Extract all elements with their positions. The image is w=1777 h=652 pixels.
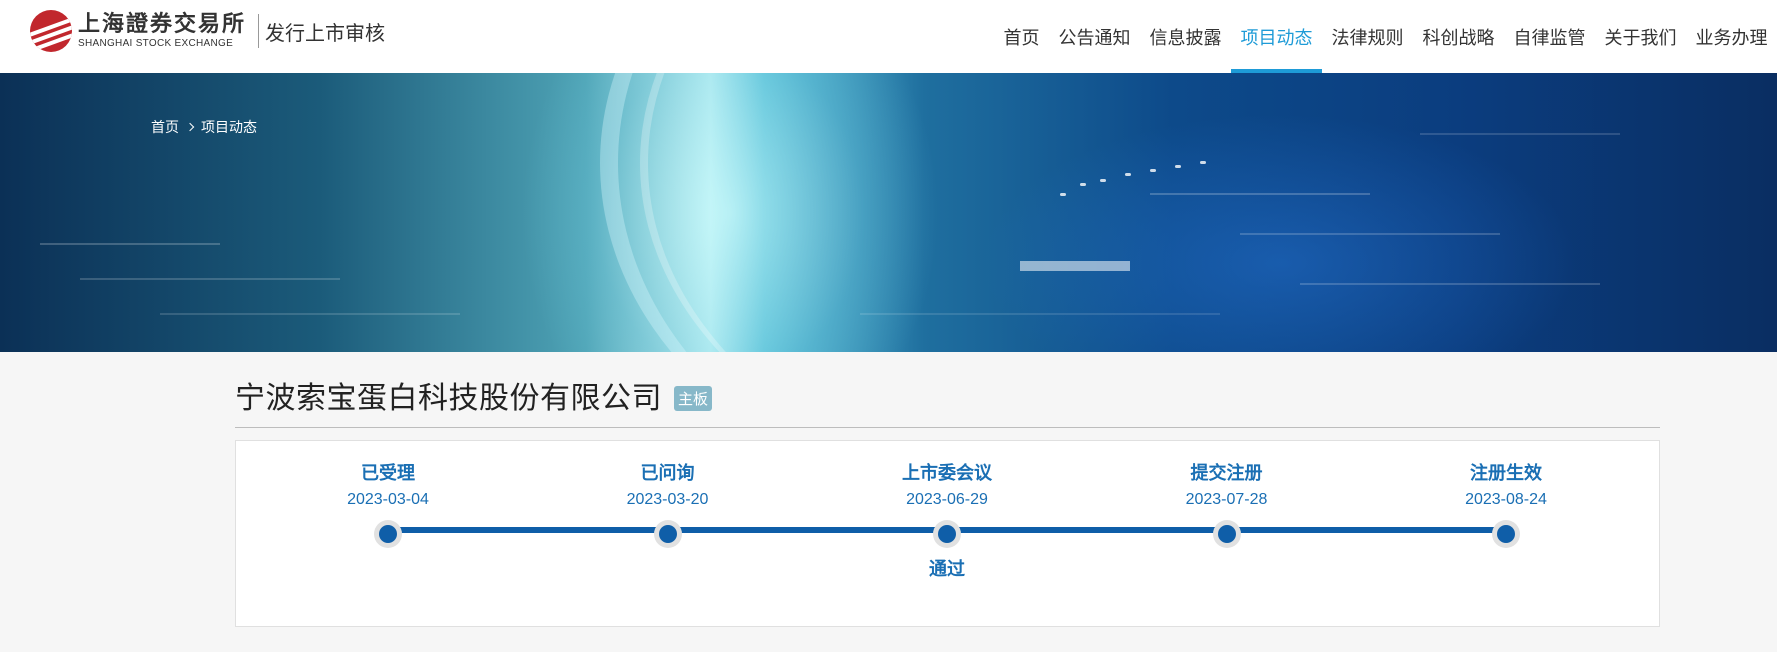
step-node-icon — [1212, 520, 1241, 548]
step-name: 已受理 — [361, 463, 415, 484]
nav-item-announcements[interactable]: 公告通知 — [1049, 0, 1140, 73]
logo-english-name: SHANGHAI STOCK EXCHANGE — [78, 38, 234, 49]
company-name: 宁波索宝蛋白科技股份有限公司 — [235, 381, 662, 416]
step-name: 提交注册 — [1190, 463, 1263, 484]
progress-timeline: 已受理 2023-03-04 已问询 2023-03-20 上市委会议 2023… — [235, 440, 1660, 627]
nav-item-star-strategy[interactable]: 科创战略 — [1413, 0, 1504, 73]
breadcrumb-home[interactable]: 首页 — [151, 117, 179, 137]
board-badge: 主板 — [674, 385, 713, 411]
step-name: 上市委会议 — [902, 463, 992, 484]
logo-divider — [258, 14, 260, 48]
company-header: 宁波索宝蛋白科技股份有限公司 主板 — [235, 375, 1660, 416]
project-detail: 宁波索宝蛋白科技股份有限公司 主板 已受理 2023-03-04 已问询 202… — [235, 375, 1660, 627]
step-date: 2023-08-24 — [1465, 491, 1547, 508]
step-node-icon — [933, 520, 961, 548]
step-date: 2023-06-29 — [906, 491, 988, 508]
main-nav: 首页 公告通知 信息披露 项目动态 法律规则 科创战略 自律监管 关于我们 业务… — [994, 0, 1777, 73]
nav-item-about-us[interactable]: 关于我们 — [1595, 0, 1686, 73]
step-node-icon — [1492, 520, 1520, 548]
step-date: 2023-07-28 — [1185, 491, 1268, 508]
timeline-step: 已问询 2023-03-20 — [568, 459, 768, 509]
chevron-right-icon — [185, 122, 195, 132]
nav-item-project-updates[interactable]: 项目动态 — [1231, 0, 1322, 73]
nav-item-disclosure[interactable]: 信息披露 — [1140, 0, 1231, 73]
timeline-step: 注册生效 2023-08-24 — [1406, 459, 1606, 509]
sse-logo-icon — [30, 10, 72, 52]
step-date: 2023-03-20 — [626, 491, 709, 508]
hero-banner: 首页 项目动态 — [0, 73, 1777, 352]
step-name: 注册生效 — [1470, 463, 1542, 484]
step-name: 已问询 — [640, 463, 695, 484]
step-date: 2023-03-04 — [347, 491, 429, 508]
site-logo[interactable]: 上海證券交易所 SHANGHAI STOCK EXCHANGE 发行上市审核 — [30, 10, 385, 52]
timeline-step: 提交注册 2023-07-28 — [1127, 459, 1327, 509]
breadcrumb: 首页 项目动态 — [151, 117, 257, 137]
nav-item-rules[interactable]: 法律规则 — [1322, 0, 1413, 73]
logo-chinese-name: 上海證券交易所 — [78, 11, 247, 37]
site-header: 上海證券交易所 SHANGHAI STOCK EXCHANGE 发行上市审核 首… — [0, 0, 1777, 73]
step-result: 通过 — [929, 559, 965, 580]
breadcrumb-current: 项目动态 — [201, 120, 257, 136]
timeline-step: 已受理 2023-03-04 — [288, 459, 488, 509]
step-node-icon — [653, 520, 682, 548]
nav-item-home[interactable]: 首页 — [994, 0, 1049, 73]
logo-wordmark: 上海證券交易所 SHANGHAI STOCK EXCHANGE — [78, 13, 246, 49]
nav-item-services[interactable]: 业务办理 — [1686, 0, 1777, 73]
title-divider — [235, 427, 1660, 428]
section-subtitle: 发行上市审核 — [265, 20, 386, 45]
nav-item-self-regulation[interactable]: 自律监管 — [1504, 0, 1595, 73]
timeline-step: 上市委会议 2023-06-29 — [847, 459, 1047, 509]
step-node-icon — [374, 520, 402, 548]
